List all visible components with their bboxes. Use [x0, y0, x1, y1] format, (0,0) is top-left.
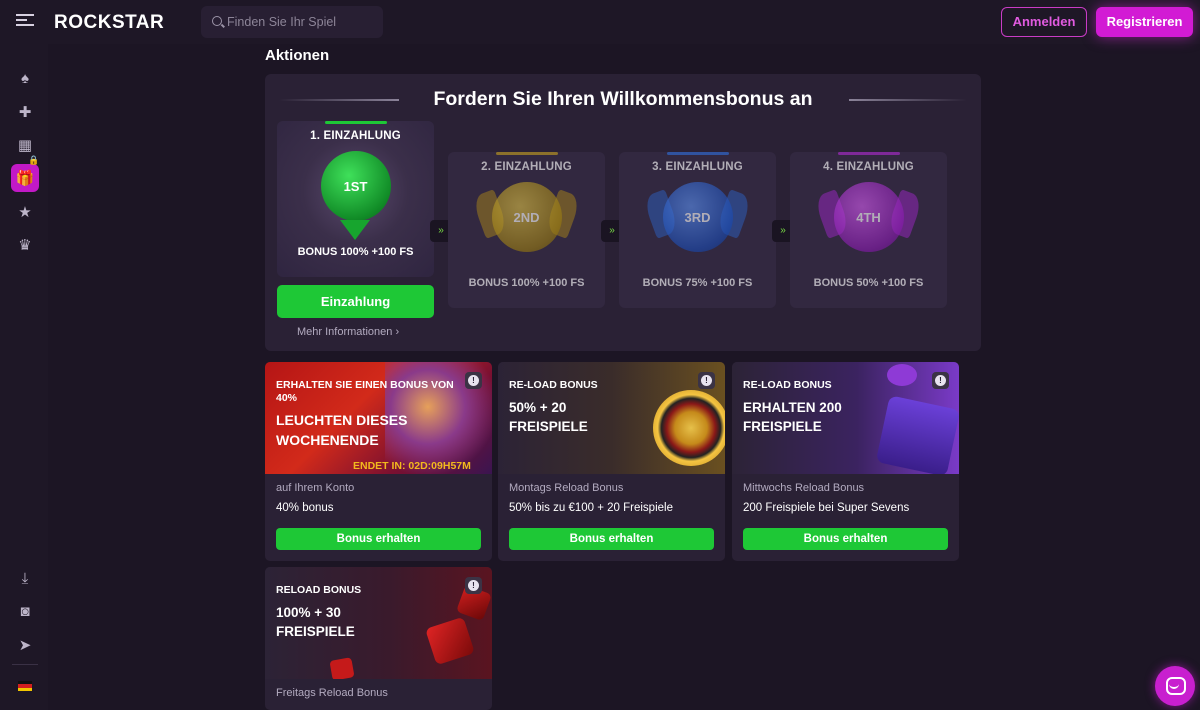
promo-description: 200 Freispiele bei Super Sevens	[743, 502, 910, 514]
deposit-card-3[interactable]: 3. EINZAHLUNG 3RD BONUS 75% +100 FS	[619, 152, 776, 308]
dice-icon	[329, 657, 355, 679]
promo-description: 40% bonus	[276, 502, 334, 514]
trophy-icon[interactable]: ♛	[11, 231, 39, 259]
badge-1st-icon: 1ST	[320, 151, 391, 221]
deposit-indicator	[666, 152, 729, 155]
deposit-bonus: BONUS 100% +100 FS	[297, 246, 414, 258]
promo-tag: RE-LOAD BONUS	[509, 379, 598, 391]
deposit-card-1[interactable]: 1. EINZAHLUNG 1ST BONUS 100% +100 FS	[277, 121, 434, 277]
more-info-text: Mehr Informationen	[297, 326, 393, 338]
info-icon: !	[468, 375, 479, 386]
badge-text: 3RD	[684, 209, 711, 225]
badge-shield	[340, 220, 370, 240]
info-button[interactable]: !	[465, 372, 482, 389]
promo-headline: LEUCHTEN DIESES WOCHENENDE	[276, 412, 408, 448]
info-icon: !	[468, 580, 479, 591]
promo-tag: ERHALTEN SIE EINEN BONUS VON 40%	[276, 379, 454, 404]
promo-subtitle: Mittwochs Reload Bonus	[743, 482, 865, 494]
promo-banner: RE-LOAD BONUS ERHALTEN 200 FREISPIELE !	[732, 362, 959, 474]
spade-icon[interactable]: ♠	[11, 64, 39, 92]
badge-2nd-icon: 2ND	[491, 182, 562, 252]
promo-subtitle: Montags Reload Bonus	[509, 482, 624, 494]
instagram-icon[interactable]: ◙	[11, 597, 39, 625]
promo-card-weekend[interactable]: ERHALTEN SIE EINEN BONUS VON 40% LEUCHTE…	[265, 362, 492, 561]
promo-tag: RE-LOAD BONUS	[743, 379, 832, 391]
download-icon[interactable]: ⤓	[11, 564, 39, 592]
flag-de-icon[interactable]	[18, 681, 32, 691]
promo-description: 50% bis zu €100 + 20 Freispiele	[509, 502, 673, 514]
info-icon: !	[935, 375, 946, 386]
info-button[interactable]: !	[932, 372, 949, 389]
promo-tag: RELOAD BONUS	[276, 584, 362, 596]
live-chat-button[interactable]	[1155, 666, 1195, 706]
info-button[interactable]: !	[465, 577, 482, 594]
promo-countdown: ENDET IN: 02D:09H57M	[353, 460, 471, 472]
promo-card-wednesday[interactable]: RE-LOAD BONUS ERHALTEN 200 FREISPIELE ! …	[732, 362, 959, 561]
deposit-bonus: BONUS 50% +100 FS	[813, 277, 924, 289]
rockstar-logo[interactable]: ROCKSTAR	[54, 12, 164, 34]
promo-subtitle: Freitags Reload Bonus	[276, 687, 388, 699]
promo-headline: 100% + 30 FREISPIELE	[276, 605, 355, 639]
deposit-bonus: BONUS 75% +100 FS	[642, 277, 753, 289]
deposit-label: 2. EINZAHLUNG	[481, 161, 572, 173]
promo-banner: RE-LOAD BONUS 50% + 20 FREISPIELE !	[498, 362, 725, 474]
promo-banner: ERHALTEN SIE EINEN BONUS VON 40% LEUCHTE…	[265, 362, 492, 474]
promo-card-monday[interactable]: RE-LOAD BONUS 50% + 20 FREISPIELE ! Mont…	[498, 362, 725, 561]
claim-bonus-button[interactable]: Bonus erhalten	[743, 528, 948, 550]
deposit-label: 4. EINZAHLUNG	[823, 161, 914, 173]
deposit-label: 1. EINZAHLUNG	[310, 130, 401, 142]
deposit-button[interactable]: Einzahlung	[277, 285, 434, 318]
claim-bonus-button[interactable]: Bonus erhalten	[276, 528, 481, 550]
page-title: Aktionen	[265, 47, 330, 64]
register-button[interactable]: Registrieren	[1096, 7, 1193, 37]
logo-text: ROCKSTAR	[54, 12, 165, 33]
deposit-card-2[interactable]: 2. EINZAHLUNG 2ND BONUS 100% +100 FS	[448, 152, 605, 308]
info-icon: !	[701, 375, 712, 386]
dice-icon	[425, 616, 475, 666]
slot-machine-icon	[875, 395, 959, 474]
lock-icon: 🔒	[28, 155, 40, 165]
promo-subtitle: auf Ihrem Konto	[276, 482, 355, 494]
deposit-bonus: BONUS 100% +100 FS	[468, 277, 585, 289]
deposit-label: 3. EINZAHLUNG	[652, 161, 743, 173]
telegram-icon[interactable]: ➤	[11, 631, 39, 659]
search-placeholder: Finden Sie Ihr Spiel	[227, 15, 337, 29]
title-divider-right	[849, 99, 967, 101]
search-field[interactable]: Finden Sie Ihr Spiel	[201, 6, 383, 38]
badge-3rd-icon: 3RD	[662, 182, 733, 252]
info-button[interactable]: !	[698, 372, 715, 389]
star-icon[interactable]: ★	[11, 198, 39, 226]
roulette-icon	[653, 390, 725, 466]
promo-banner: RELOAD BONUS 100% + 30 FREISPIELE !	[265, 567, 492, 679]
badge-4th-icon: 4TH	[833, 182, 904, 252]
top-header: ROCKSTAR Finden Sie Ihr Spiel Anmelden R…	[0, 0, 1200, 44]
promo-headline: 50% + 20 FREISPIELE	[509, 400, 588, 434]
deposit-card-4[interactable]: 4. EINZAHLUNG 4TH BONUS 50% +100 FS	[790, 152, 947, 308]
badge-text: 4TH	[856, 209, 881, 225]
badge-text: 2ND	[513, 209, 540, 225]
badge-text: 1ST	[343, 178, 368, 194]
promo-card-friday[interactable]: RELOAD BONUS 100% + 30 FREISPIELE ! Frei…	[265, 567, 492, 710]
login-button[interactable]: Anmelden	[1001, 7, 1087, 37]
deposit-indicator	[495, 152, 558, 155]
promo-headline: ERHALTEN 200 FREISPIELE	[743, 400, 842, 434]
chevron-right-icon: ›	[395, 326, 400, 338]
deposit-indicator	[324, 121, 387, 124]
menu-toggle-icon[interactable]	[16, 14, 34, 30]
puzzle-icon[interactable]: ✚	[11, 98, 39, 126]
gift-icon[interactable]: 🎁	[11, 164, 39, 192]
sidebar: ♠ ✚ ▦ 🎁 ★ ♛ ⤓ ◙ ➤	[0, 44, 48, 710]
search-icon	[212, 16, 222, 26]
sidebar-divider	[12, 664, 38, 665]
more-info-link[interactable]: Mehr Informationen ›	[297, 326, 399, 338]
deposit-indicator	[837, 152, 900, 155]
claim-bonus-button[interactable]: Bonus erhalten	[509, 528, 714, 550]
